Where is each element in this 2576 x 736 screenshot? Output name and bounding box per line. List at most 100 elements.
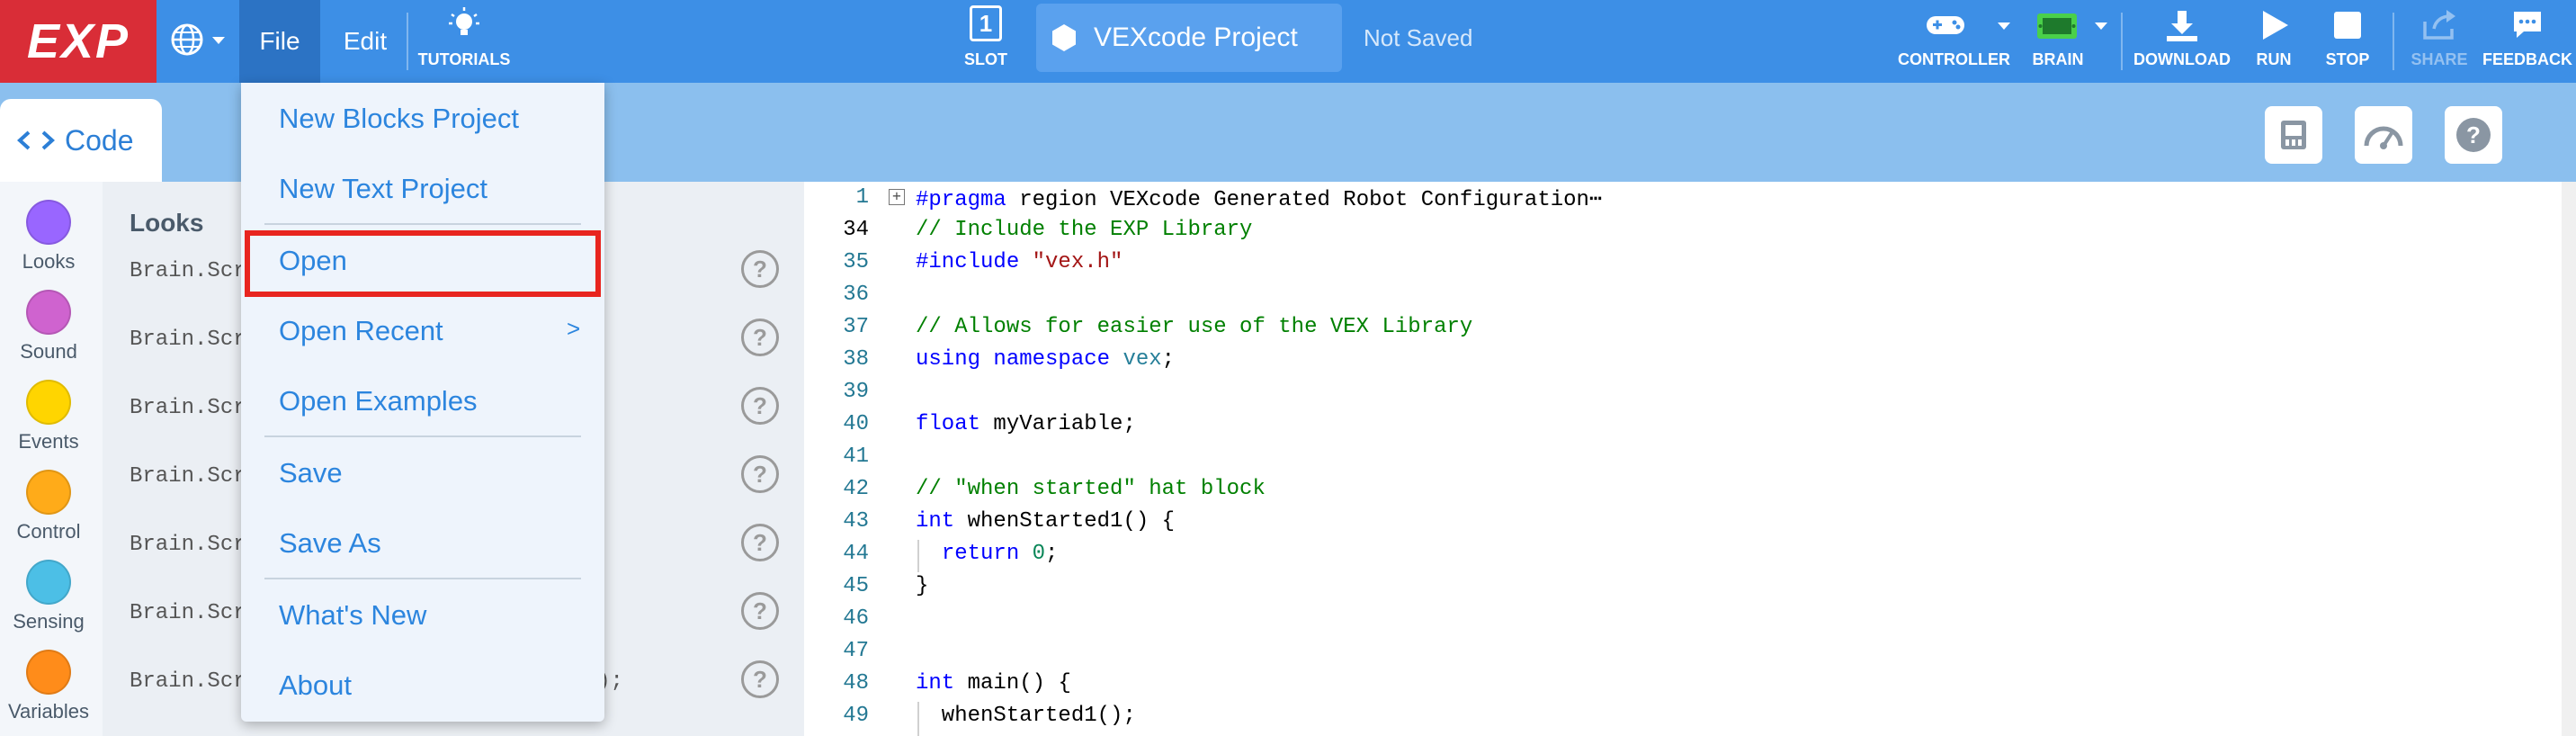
block-help-icon[interactable]: ? (741, 592, 779, 630)
help-button[interactable]: ? (2445, 106, 2502, 164)
code-line[interactable]: // Allows for easier use of the VEX Libr… (916, 315, 1472, 339)
block-help-icon[interactable]: ? (741, 524, 779, 561)
chevron-down-icon[interactable] (2092, 16, 2110, 34)
block-help-icon[interactable]: ? (741, 387, 779, 425)
slot-button[interactable]: 1 SLOT (950, 5, 1022, 77)
fold-toggle-icon[interactable]: + (889, 189, 905, 205)
line-number: 34 (843, 218, 869, 242)
line-number: 39 (843, 380, 869, 404)
code-line[interactable]: return 0; (916, 542, 1059, 566)
stop-label: STOP (2325, 50, 2370, 68)
share-label: SHARE (2411, 50, 2468, 68)
brain-button[interactable]: BRAIN (2020, 5, 2096, 77)
menu-item-about[interactable]: About (279, 669, 352, 702)
menu-item-open-recent[interactable]: Open Recent (279, 315, 443, 347)
save-status: Not Saved (1364, 23, 1473, 51)
menu-item-label: What's New (279, 599, 427, 631)
block-help-icon[interactable]: ? (741, 455, 779, 493)
menu-item-what-s-new[interactable]: What's New (279, 599, 426, 632)
file-menu-label: File (259, 27, 300, 55)
code-line[interactable]: int whenStarted1() { (916, 509, 1175, 534)
chevron-down-icon (212, 37, 225, 44)
download-button[interactable]: DOWNLOAD (2128, 5, 2236, 77)
category-events[interactable]: Events (0, 380, 97, 453)
menu-item-save[interactable]: Save (279, 457, 343, 489)
category-color-dot (26, 470, 71, 515)
line-number: 46 (843, 606, 869, 631)
line-number: 40 (843, 412, 869, 436)
palette-section-title: Looks (130, 209, 204, 237)
tutorials-button[interactable]: TUTORIALS (414, 5, 514, 77)
code-line[interactable]: #pragma region VEXcode Generated Robot C… (916, 185, 1602, 212)
code-line[interactable]: #include "vex.h" (916, 250, 1123, 274)
dashboard-button[interactable] (2355, 106, 2412, 164)
slot-label: SLOT (964, 50, 1007, 68)
download-icon (2167, 11, 2197, 41)
feedback-icon (2514, 12, 2541, 38)
open-highlight-box (245, 230, 601, 297)
menu-item-save-as[interactable]: Save As (279, 527, 381, 560)
menu-item-label: About (279, 669, 353, 701)
palette-block-prefix: Brain.Scr (130, 464, 246, 489)
category-label: Events (18, 430, 79, 453)
indent-guide (917, 702, 919, 736)
tab-code[interactable]: Code (0, 99, 162, 182)
block-help-icon[interactable]: ? (741, 250, 779, 288)
line-number: 47 (843, 639, 869, 663)
category-sensing[interactable]: Sensing (0, 560, 97, 633)
line-number: 36 (843, 283, 869, 307)
project-name: VEXcode Project (1094, 22, 1298, 52)
category-control[interactable]: Control (0, 470, 97, 543)
tab-code-label: Code (65, 123, 134, 157)
line-number: 37 (843, 315, 869, 339)
line-number: 45 (843, 574, 869, 598)
help-icon: ? (2456, 118, 2491, 152)
code-line[interactable]: using namespace vex; (916, 347, 1175, 372)
toolbar-divider (2121, 13, 2123, 70)
menu-item-label: New Text Project (279, 173, 488, 204)
dashboard-gauge-icon (2364, 126, 2403, 149)
menu-item-new-blocks-project[interactable]: New Blocks Project (279, 103, 519, 135)
device-info-button[interactable] (2265, 106, 2322, 164)
code-line[interactable]: // "when started" hat block (916, 477, 1266, 501)
line-number: 42 (843, 477, 869, 501)
feedback-button[interactable]: FEEDBACK (2479, 5, 2576, 77)
code-line[interactable]: int main() { (916, 671, 1071, 696)
stop-button[interactable]: STOP (2312, 5, 2384, 77)
category-color-dot (26, 560, 71, 605)
editor-scrollbar[interactable] (2562, 182, 2576, 736)
category-looks[interactable]: Looks (0, 200, 97, 274)
category-sound[interactable]: Sound (0, 290, 97, 364)
project-name-field[interactable]: VEXcode Project (1036, 4, 1342, 72)
share-button[interactable]: SHARE (2400, 5, 2479, 77)
code-line[interactable]: float myVariable; (916, 412, 1136, 436)
palette-block-prefix: Brain.Scr (130, 669, 246, 694)
code-line[interactable]: whenStarted1(); (916, 704, 1136, 728)
toolbar-divider (2393, 13, 2394, 70)
menu-item-label: Save As (279, 527, 381, 559)
menu-item-open-examples[interactable]: Open Examples (279, 385, 478, 417)
controller-button[interactable]: CONTROLLER (1898, 5, 2010, 77)
block-help-icon[interactable]: ? (741, 319, 779, 356)
menu-item-new-text-project[interactable]: New Text Project (279, 173, 487, 205)
code-line[interactable]: // Include the EXP Library (916, 218, 1252, 242)
palette-block-prefix: Brain.Scr (130, 328, 246, 352)
category-label: Looks (22, 250, 76, 273)
edit-menu-button[interactable]: Edit (324, 0, 407, 83)
tutorials-label: TUTORIALS (417, 50, 511, 68)
file-menu-button[interactable]: File (239, 0, 320, 83)
exp-logo: EXP (0, 0, 157, 83)
palette-block-prefix: Brain.Scr (130, 396, 246, 420)
play-icon (2263, 11, 2288, 40)
chevron-down-icon[interactable] (1995, 16, 2013, 34)
code-line[interactable]: } (916, 574, 928, 598)
line-number: 41 (843, 444, 869, 469)
language-button[interactable] (167, 18, 230, 61)
menu-item-label: New Blocks Project (279, 103, 520, 134)
brain-device-icon (2037, 13, 2077, 39)
category-variables[interactable]: Variables (0, 650, 97, 723)
line-number: 48 (843, 671, 869, 696)
block-help-icon[interactable]: ? (741, 660, 779, 698)
run-button[interactable]: RUN (2240, 5, 2308, 77)
gamepad-icon (1927, 16, 1964, 34)
